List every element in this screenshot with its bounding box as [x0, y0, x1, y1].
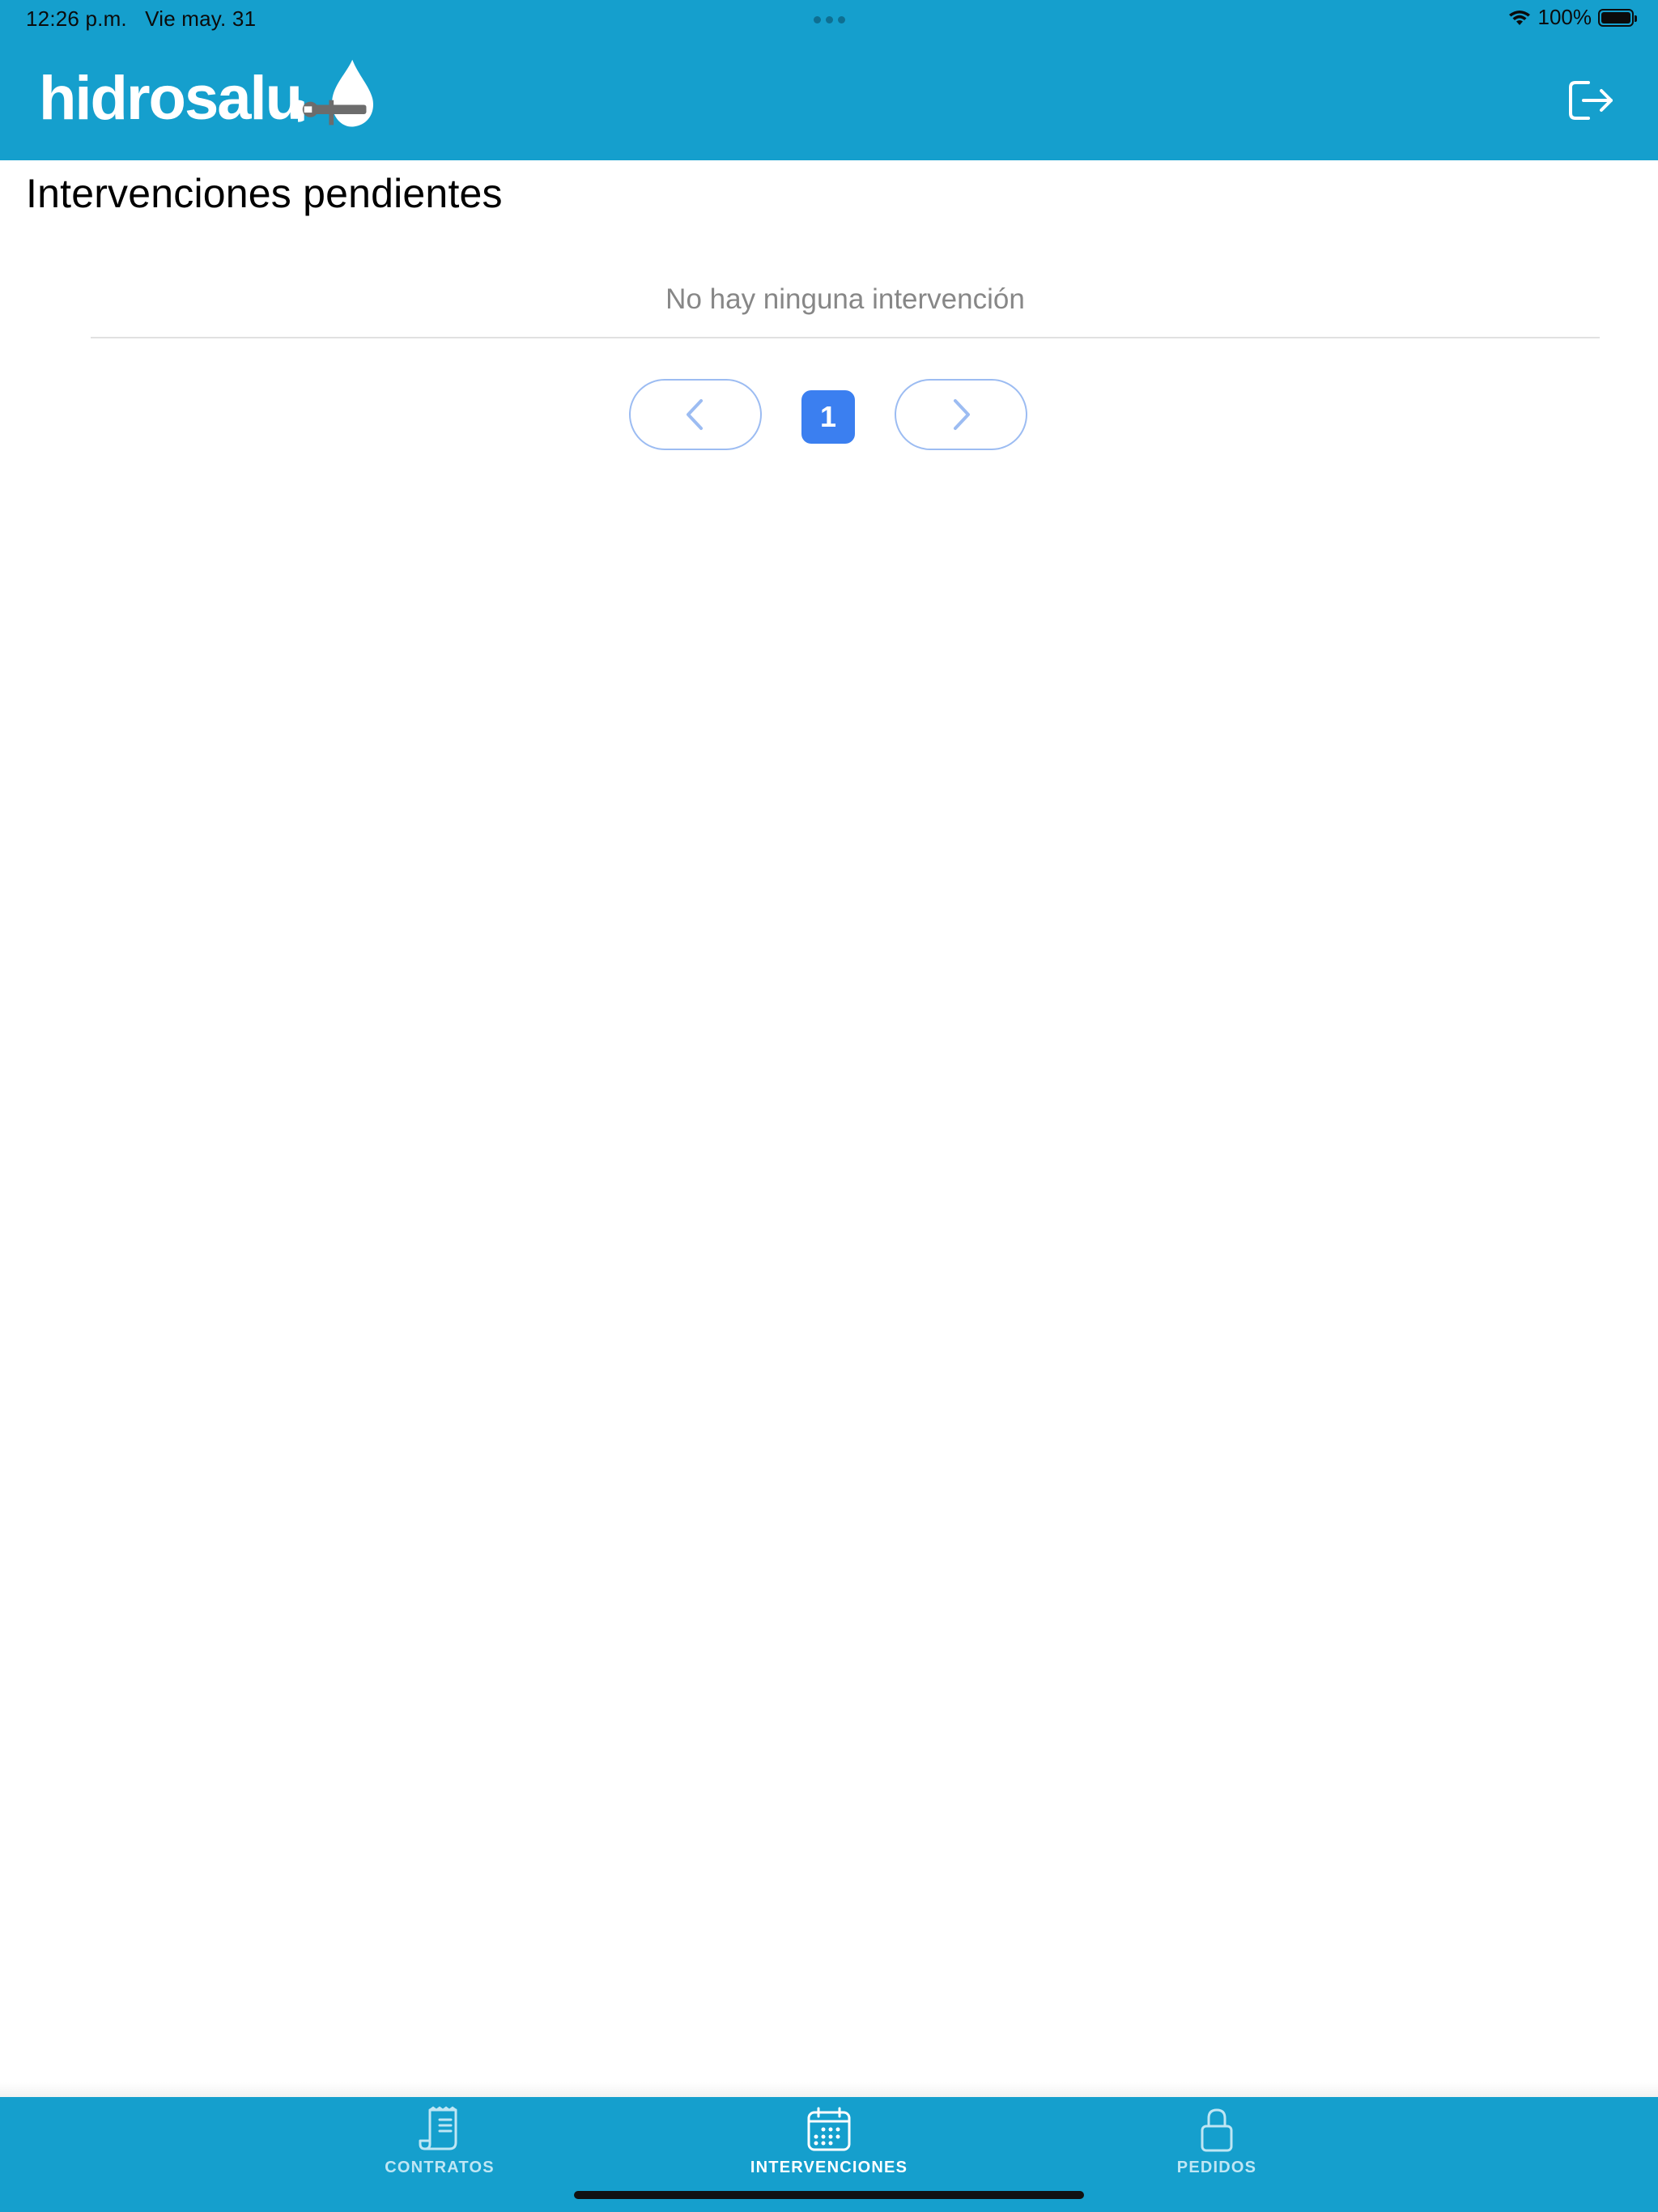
pagination: 1 [0, 379, 1658, 452]
empty-list-message: No hay ninguna intervención [665, 283, 1025, 315]
tab-label-pedidos: PEDIDOS [1176, 2159, 1257, 2176]
calendar-icon [807, 2107, 851, 2151]
lock-icon [1201, 2108, 1233, 2152]
previous-page-button[interactable] [629, 379, 762, 450]
next-page-button[interactable] [895, 379, 1027, 450]
home-indicator[interactable] [574, 2191, 1084, 2199]
logo-text: hidrosalu [39, 64, 303, 133]
top-header: 12:26 p.m. Vie may. 31 100% hidrosalu [0, 0, 1658, 160]
battery-icon [1598, 8, 1637, 27]
tab-pedidos[interactable]: PEDIDOS [1087, 2105, 1346, 2186]
tab-label-intervenciones: INTERVENCIONES [750, 2159, 908, 2176]
page-title: Intervenciones pendientes [26, 171, 503, 216]
tab-intervenciones[interactable]: INTERVENCIONES [699, 2105, 959, 2186]
status-date: Vie may. 31 [145, 6, 257, 31]
status-time: 12:26 p.m. [26, 6, 127, 31]
multitasking-dots-icon[interactable] [810, 13, 848, 26]
wifi-icon [1508, 10, 1530, 25]
logout-icon[interactable] [1567, 78, 1616, 123]
tab-bar-shadow [0, 2082, 1658, 2099]
water-drop-wrench-icon [298, 59, 374, 127]
list-divider [91, 337, 1600, 338]
status-bar-right: 100% [1507, 5, 1637, 30]
receipt-icon [419, 2106, 457, 2150]
tab-label-contratos: CONTRATOS [385, 2159, 495, 2176]
battery-percent: 100% [1537, 5, 1592, 29]
chevron-left-icon [687, 399, 703, 430]
current-page-button[interactable]: 1 [801, 390, 855, 444]
tab-contratos[interactable]: CONTRATOS [310, 2105, 569, 2186]
chevron-right-icon [954, 399, 970, 430]
hidrosalud-logo: hidrosalu [39, 59, 376, 136]
app-root: 12:26 p.m. Vie may. 31 100% hidrosalu In… [0, 0, 1658, 2212]
status-bar-time: 12:26 p.m. Vie may. 31 [26, 6, 256, 32]
